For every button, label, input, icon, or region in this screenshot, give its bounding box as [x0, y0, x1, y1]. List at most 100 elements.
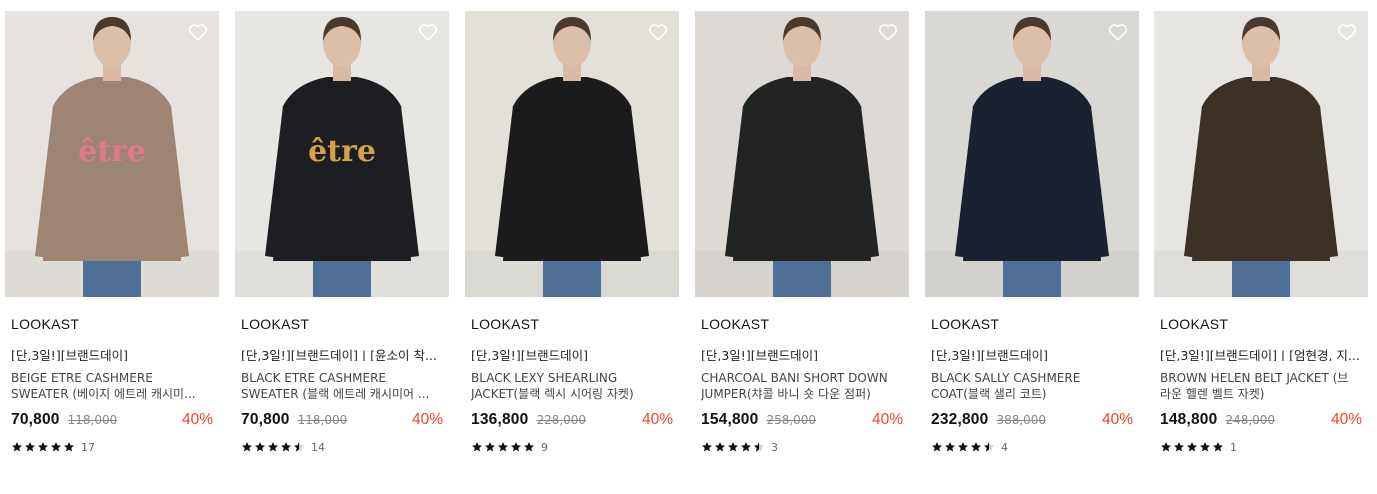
product-card[interactable]: être LOOKAST [단,3일!][브랜드데이] BEIGE ETRE C…: [5, 11, 219, 454]
star-icon: [958, 442, 968, 452]
product-image[interactable]: être: [235, 11, 449, 297]
review-count: 9: [541, 440, 548, 454]
star-icon: [1174, 442, 1184, 452]
product-name[interactable]: CHARCOAL BANI SHORT DOWN JUMPER(챠콜 바니 숏 …: [695, 371, 909, 402]
brand-name[interactable]: LOOKAST: [5, 316, 219, 333]
wishlist-heart-icon[interactable]: [1336, 21, 1358, 43]
product-name-line: BEIGE ETRE CASHMERE: [11, 371, 153, 385]
star-rating: [471, 441, 535, 453]
original-price: 118,000: [67, 413, 118, 427]
star-icon: [728, 442, 738, 452]
product-name-line: BLACK LEXY SHEARLING: [471, 371, 618, 385]
rating-row: 14: [235, 440, 449, 454]
sale-price: 148,800: [1160, 411, 1218, 428]
original-price: 388,000: [996, 413, 1047, 427]
product-photo: [925, 11, 1139, 297]
star-icon: [242, 442, 252, 452]
product-card[interactable]: LOOKAST [단,3일!][브랜드데이] | [엄현경, 지... BROW…: [1154, 11, 1368, 454]
wishlist-heart-icon[interactable]: [647, 21, 669, 43]
product-name-line: SWEATER (블랙 에트레 캐시미어 ...: [241, 386, 430, 401]
star-icon: [741, 442, 751, 452]
review-count: 14: [311, 440, 325, 454]
review-count: 17: [81, 440, 95, 454]
promo-tag: [단,3일!][브랜드데이]: [11, 348, 128, 361]
product-name-line: JACKET(블랙 렉시 시어링 자켓): [471, 386, 634, 401]
rating-row: 4: [925, 440, 1139, 454]
star-icon: [971, 442, 981, 452]
review-count: 4: [1001, 440, 1008, 454]
price-row: 70,800 118,000 40%: [235, 411, 449, 431]
product-name[interactable]: BLACK SALLY CASHMERE COAT(블랙 샐리 코트): [925, 371, 1139, 402]
wishlist-heart-icon[interactable]: [187, 21, 209, 43]
brand-name[interactable]: LOOKAST: [695, 316, 909, 333]
product-image[interactable]: [925, 11, 1139, 297]
product-image[interactable]: [465, 11, 679, 297]
wishlist-heart-icon[interactable]: [877, 21, 899, 43]
promo-tag: [단,3일!][브랜드데이] | [엄현경, 지...: [1160, 348, 1360, 361]
original-price: 258,000: [766, 413, 817, 427]
promo-tag: [단,3일!][브랜드데이] | [윤소이 착...: [241, 348, 437, 361]
star-icon: [1200, 442, 1210, 452]
star-icon: [64, 442, 74, 452]
original-price: 248,000: [1225, 413, 1276, 427]
product-name[interactable]: BEIGE ETRE CASHMERE SWEATER (베이지 에트레 캐시미…: [5, 371, 219, 402]
product-name-line: CHARCOAL BANI SHORT DOWN: [701, 371, 888, 385]
product-name-line: COAT(블랙 샐리 코트): [931, 386, 1047, 401]
promo-tag: [단,3일!][브랜드데이]: [471, 348, 588, 361]
discount-rate: 40%: [411, 411, 443, 428]
star-icon: [38, 442, 48, 452]
product-name[interactable]: BLACK ETRE CASHMERE SWEATER (블랙 에트레 캐시미어…: [235, 371, 449, 402]
star-icon: [1161, 442, 1171, 452]
star-icon: [1213, 442, 1223, 452]
star-icon: [498, 442, 508, 452]
product-name-line: BLACK SALLY CASHMERE: [931, 371, 1081, 385]
product-name-line: 라운 헬렌 벨트 자켓): [1160, 386, 1265, 401]
product-name[interactable]: BLACK LEXY SHEARLING JACKET(블랙 렉시 시어링 자켓…: [465, 371, 679, 402]
star-icon: [702, 442, 712, 452]
star-icon: [511, 442, 521, 452]
star-icon: [268, 442, 278, 452]
product-photo: [1154, 11, 1368, 297]
product-card[interactable]: LOOKAST [단,3일!][브랜드데이] CHARCOAL BANI SHO…: [695, 11, 909, 454]
sale-price: 154,800: [701, 411, 759, 428]
star-icon: [281, 442, 291, 452]
star-icon: [1187, 442, 1197, 452]
promo-tag: [단,3일!][브랜드데이]: [701, 348, 818, 361]
star-half-icon: [754, 442, 764, 452]
product-name[interactable]: BROWN HELEN BELT JACKET (브 라운 헬렌 벨트 자켓): [1154, 371, 1368, 402]
brand-name[interactable]: LOOKAST: [235, 316, 449, 333]
wishlist-heart-icon[interactable]: [1107, 21, 1129, 43]
product-image[interactable]: être: [5, 11, 219, 297]
brand-name[interactable]: LOOKAST: [1154, 316, 1368, 333]
star-rating: [1160, 441, 1224, 453]
star-icon: [485, 442, 495, 452]
star-rating: [931, 441, 995, 453]
rating-row: 1: [1154, 440, 1368, 454]
product-image[interactable]: [1154, 11, 1368, 297]
product-photo: être: [5, 11, 219, 297]
star-icon: [932, 442, 942, 452]
original-price: 228,000: [536, 413, 587, 427]
product-name-line: BROWN HELEN BELT JACKET (브: [1160, 371, 1349, 385]
star-rating: [701, 441, 765, 453]
promo-tag: [단,3일!][브랜드데이]: [931, 348, 1048, 361]
price-row: 70,800 118,000 40%: [5, 411, 219, 431]
brand-name[interactable]: LOOKAST: [465, 316, 679, 333]
price-row: 148,800 248,000 40%: [1154, 411, 1368, 431]
star-half-icon: [984, 442, 994, 452]
product-name-line: JUMPER(챠콜 바니 숏 다운 점퍼): [701, 386, 871, 401]
star-icon: [945, 442, 955, 452]
wishlist-heart-icon[interactable]: [417, 21, 439, 43]
product-image[interactable]: [695, 11, 909, 297]
product-photo: [695, 11, 909, 297]
rating-row: 3: [695, 440, 909, 454]
product-grid: être LOOKAST [단,3일!][브랜드데이] BEIGE ETRE C…: [0, 0, 1377, 494]
discount-rate: 40%: [1330, 411, 1362, 428]
product-card[interactable]: LOOKAST [단,3일!][브랜드데이] BLACK SALLY CASHM…: [925, 11, 1139, 454]
product-card[interactable]: être LOOKAST [단,3일!][브랜드데이] | [윤소이 착... …: [235, 11, 449, 454]
brand-name[interactable]: LOOKAST: [925, 316, 1139, 333]
star-rating: [11, 441, 75, 453]
star-icon: [51, 442, 61, 452]
svg-text:être: être: [308, 134, 376, 169]
product-card[interactable]: LOOKAST [단,3일!][브랜드데이] BLACK LEXY SHEARL…: [465, 11, 679, 454]
